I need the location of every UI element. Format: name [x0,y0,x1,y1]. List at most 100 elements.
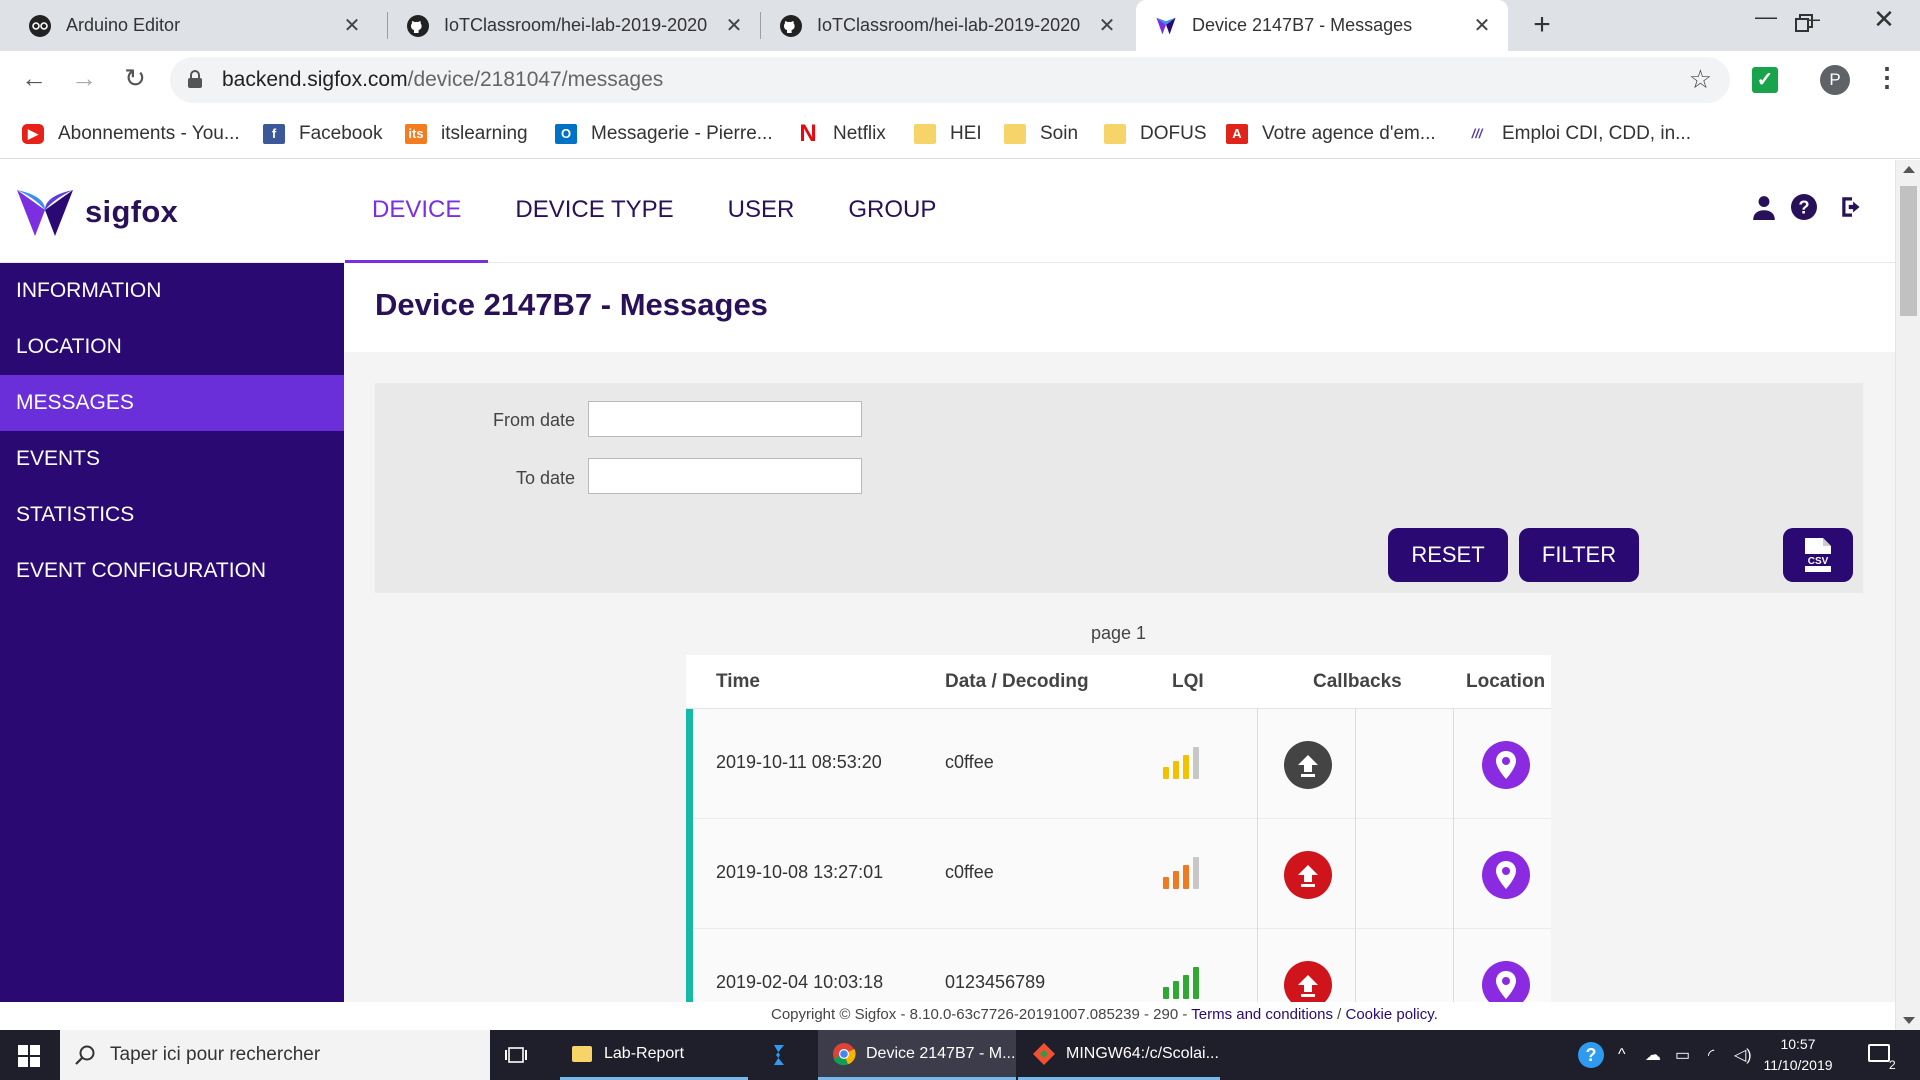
nav-device[interactable]: DEVICE [345,160,489,263]
clock-date: 11/10/2019 [1763,1057,1833,1073]
bookmark-label: Votre agence d'em... [1262,123,1436,144]
system-clock[interactable]: 10:57 11/10/2019 [1750,1034,1846,1076]
nav-device-type[interactable]: DEVICE TYPE [488,160,700,263]
bookmark-agence[interactable]: A Votre agence d'em... [1226,109,1436,159]
scrollbar-thumb[interactable] [1900,186,1917,316]
close-icon[interactable]: ✕ [722,13,746,38]
bookmark-dofus[interactable]: DOFUS [1104,109,1207,159]
location-pin-icon[interactable] [1482,851,1530,899]
taskbar-item-lab-report[interactable]: Lab-Report [560,1030,748,1080]
close-icon[interactable]: ✕ [340,13,364,38]
tab-arduino-editor[interactable]: Arduino Editor ✕ [0,0,378,51]
bookmark-emploi[interactable]: /// Emploi CDI, CDD, in... [1466,109,1691,159]
bookmark-facebook[interactable]: f Facebook [263,109,382,159]
bookmark-itslearning[interactable]: its itslearning [405,109,528,159]
facebook-icon: f [263,124,285,144]
table-row[interactable]: 2019-10-08 13:27:01 c0ffee [686,819,1551,929]
taskbar-item-chrome[interactable]: Device 2147B7 - M... [818,1030,1016,1080]
row-accent [686,819,693,929]
location-pin-icon[interactable] [1482,741,1530,789]
filter-button[interactable]: FILTER [1519,528,1639,582]
sigfox-page: sigfox DEVICE DEVICE TYPE USER GROUP ? I… [0,160,1895,1030]
menu-kebab-icon[interactable]: ⋮ [1874,62,1900,93]
bookmark-hei[interactable]: HEI [914,109,982,159]
callback-upload-icon[interactable] [1284,741,1332,789]
onedrive-icon[interactable]: ☁ [1645,1030,1661,1080]
bookmark-youtube[interactable]: ▶ Abonnements - You... [22,109,240,159]
column-header-lqi: LQI [1172,671,1204,692]
close-icon[interactable]: ✕ [1470,13,1494,38]
vscode-icon[interactable] [768,1030,798,1080]
folder-icon [1004,124,1026,144]
sidebar-item-statistics[interactable]: STATISTICS [0,487,344,543]
bookmark-label: DOFUS [1140,123,1207,144]
sidebar-item-location[interactable]: LOCATION [0,319,344,375]
battery-icon[interactable]: ▭ [1675,1030,1690,1080]
chevron-up-icon[interactable]: ^ [1618,1030,1626,1080]
cell-data: c0ffee [945,752,994,772]
lqi-bar [1163,877,1169,889]
nav-group[interactable]: GROUP [821,160,963,263]
callback-upload-icon[interactable] [1284,851,1332,899]
cell-time: 2019-02-04 10:03:18 [716,972,884,992]
bookmark-soin[interactable]: Soin [1004,109,1078,159]
reset-button[interactable]: RESET [1388,528,1508,582]
scroll-down-arrow-icon[interactable] [1903,1017,1915,1024]
browser-toolbar: ← → ↻ backend.sigfox.com/device/2181047/… [0,51,1920,109]
page-scrollbar[interactable] [1895,160,1920,1030]
messages-table: Time Data / Decoding LQI Callbacks Locat… [686,655,1551,1030]
lqi-signal-icon [1163,963,1213,999]
nav-user[interactable]: USER [701,160,822,263]
task-view-icon[interactable] [505,1030,535,1080]
from-date-input[interactable] [588,401,862,437]
to-date-input[interactable] [588,458,862,494]
cookie-policy-link[interactable]: Cookie policy. [1346,1006,1438,1023]
new-tab-button[interactable]: + [1527,8,1557,42]
windows-start-icon[interactable] [18,1045,40,1067]
sidebar-item-information[interactable]: INFORMATION [0,263,344,319]
table-row[interactable]: 2019-10-11 08:53:20 c0ffee [686,709,1551,819]
lqi-bar [1193,967,1199,999]
wifi-icon[interactable]: ◜ [1708,1030,1714,1080]
bookmark-label: itslearning [441,123,528,144]
logout-icon[interactable] [1839,194,1865,220]
tab-github-1[interactable]: IoTClassroom/hei-lab-2019-2020 ✕ [388,0,760,51]
back-arrow-icon[interactable]: ← [17,63,51,94]
csv-label: CSV [1808,556,1829,567]
extension-check-icon[interactable]: ✓ [1752,67,1778,93]
windows-taskbar: Taper ici pour rechercher Lab-Report Dev… [0,1030,1920,1080]
sidebar-item-messages[interactable]: MESSAGES [0,375,344,431]
help-tray-icon[interactable]: ? [1578,1030,1604,1080]
minimize-icon[interactable]: — [1746,4,1786,30]
sigfox-butterfly-icon [17,190,73,236]
bookmark-netflix[interactable]: N Netflix [797,109,885,159]
taskbar-item-label: Lab-Report [604,1044,685,1062]
bookmark-star-icon[interactable]: ☆ [1689,64,1712,95]
sigfox-logo[interactable]: sigfox [15,186,178,238]
column-divider [1257,819,1258,929]
restore-icon[interactable] [1795,14,1813,32]
folder-icon [1104,124,1126,144]
reload-icon[interactable]: ↻ [118,63,152,94]
sidebar-item-event-configuration[interactable]: EVENT CONFIGURATION [0,543,344,599]
taskbar-item-mingw64[interactable]: MINGW64:/c/Scolai... [1018,1030,1220,1080]
volume-icon[interactable]: ◁) [1734,1030,1752,1080]
terms-link[interactable]: Terms and conditions [1191,1006,1333,1023]
user-icon[interactable] [1751,194,1777,220]
help-icon[interactable]: ? [1791,194,1817,220]
scroll-up-arrow-icon[interactable] [1903,166,1915,173]
tab-sigfox-messages[interactable]: Device 2147B7 - Messages ✕ [1136,0,1508,51]
window-close-icon[interactable]: ✕ [1864,4,1904,35]
close-icon[interactable]: ✕ [1095,13,1119,38]
outlook-icon: O [555,124,577,144]
sidebar-item-events[interactable]: EVENTS [0,431,344,487]
tab-github-2[interactable]: IoTClassroom/hei-lab-2019-2020 ✕ [761,0,1133,51]
url-path: /device/2181047/messages [407,68,664,91]
address-bar[interactable]: backend.sigfox.com/device/2181047/messag… [170,57,1730,103]
profile-avatar[interactable]: P [1820,65,1850,95]
bookmark-messagerie[interactable]: O Messagerie - Pierre... [555,109,773,159]
notification-center-icon[interactable]: 2 [1868,1041,1902,1072]
forward-arrow-icon[interactable]: → [67,63,101,94]
taskbar-search[interactable]: Taper ici pour rechercher [60,1030,490,1080]
csv-export-button[interactable]: CSV [1783,528,1853,582]
